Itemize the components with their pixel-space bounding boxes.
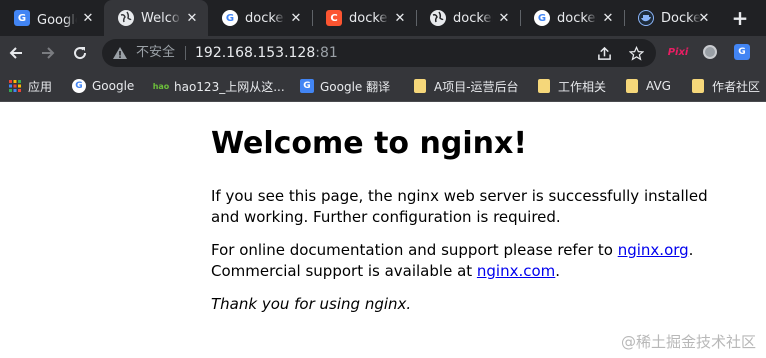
tab-google-translate[interactable]: G Google 翻译 ✕ [0,0,104,36]
google-translate-icon: G [14,10,30,26]
folder-icon [626,79,638,93]
tab-title: Google 翻译 [37,12,77,28]
globe-icon [430,10,446,26]
globe-icon [118,10,134,26]
omnibox-divider [185,46,186,60]
forward-button[interactable] [36,41,60,65]
close-icon[interactable]: ✕ [392,10,408,26]
close-icon[interactable]: ✕ [184,10,200,26]
close-icon[interactable]: ✕ [696,10,712,26]
pixi-extension-icon[interactable]: Pixi [667,42,689,62]
apps-grid-icon [8,79,22,93]
bookmark-label: 工作相关 [558,79,607,94]
folder-icon [538,79,550,93]
bookmark-google[interactable]: G Google [72,77,134,95]
bookmark-label: Google [92,79,135,93]
commercial-period: . [555,262,561,280]
docker-icon [638,10,654,26]
tab-nginx-welcome[interactable]: Welcome to nginx! ✕ [104,0,208,36]
url-text: 192.168.153.128:81 [195,45,338,61]
url-host: 192.168.153.128 [195,45,316,61]
tab-docker-globe[interactable]: docker ✕ [416,0,520,36]
tab-docker-csdn[interactable]: C docker ✕ [312,0,416,36]
tab-title: docker [245,10,285,26]
intro-paragraph: If you see this page, the nginx web serv… [211,187,708,226]
tab-docker-google[interactable]: G docker ✕ [208,0,312,36]
back-button[interactable] [4,41,28,65]
folder-icon [692,79,704,93]
bookmark-hao123[interactable]: hao hao123_上网从这... [152,77,285,95]
share-icon[interactable] [596,45,612,61]
folder-icon [414,79,426,93]
tab-docker-google-2[interactable]: G docker ✕ [520,0,624,36]
security-label: 不安全 [136,45,176,60]
bookmark-folder-work[interactable]: 工作相关 [538,77,606,95]
commercial-text: Commercial support is available at [211,262,477,280]
google-icon: G [222,10,238,26]
nginx-com-link[interactable]: nginx.com [477,262,555,280]
warning-icon[interactable] [112,45,128,61]
support-paragraph: For online documentation and support ple… [211,240,731,282]
bookmarks-bar: 应用 G Google hao hao123_上网从这... G Google … [0,70,766,102]
star-icon[interactable] [628,45,644,61]
hao123-icon: hao [152,81,170,91]
tab-title: Welcome to nginx! [141,10,181,26]
extension-circle-icon[interactable] [700,42,720,62]
google-icon: G [72,79,86,93]
close-icon[interactable]: ✕ [288,10,304,26]
address-bar[interactable]: 不安全 192.168.153.128:81 [102,39,656,67]
support-text: For online documentation and support ple… [211,241,618,259]
reload-button[interactable] [68,41,92,65]
bookmark-label: 作者社区 [712,79,761,94]
thanks-text: Thank you for using nginx. [211,295,412,313]
google-translate-icon: G [300,79,314,93]
pixi-label: Pixi [667,46,689,58]
bookmark-label: hao123_上网从这... [174,79,285,94]
bookmark-folder-author-community[interactable]: 作者社区 [692,77,760,95]
google-icon: G [534,10,550,26]
support-period: . [688,241,694,259]
csdn-icon: C [326,10,342,26]
page-heading: Welcome to nginx! [211,126,527,161]
nginx-org-link[interactable]: nginx.org [618,241,689,259]
tab-title: docker [557,10,597,26]
close-icon[interactable]: ✕ [80,10,96,26]
url-port: :81 [315,45,338,61]
bookmark-label: A项目-运营后台 [434,79,519,94]
tab-title: docker [349,10,389,26]
thanks-paragraph: Thank you for using nginx. [211,294,731,315]
reload-icon [74,47,87,60]
bookmark-folder-avg[interactable]: AVG [626,77,671,95]
tab-title: Docker [661,10,701,26]
close-icon[interactable]: ✕ [496,10,512,26]
bookmark-label: 应用 [28,79,53,94]
watermark: @稀土掘金技术社区 [620,333,756,351]
bookmark-label: Google 翻译 [320,79,391,94]
tab-docker-docs[interactable]: Docker ✕ [624,0,720,36]
tab-title: docker [453,10,493,26]
arrow-left-icon [9,47,22,59]
new-tab-button[interactable]: + [728,6,752,30]
close-icon[interactable]: ✕ [600,10,616,26]
tab-strip: G Google 翻译 ✕ Welcome to nginx! ✕ G dock… [0,0,766,36]
browser-toolbar: 不安全 192.168.153.128:81 Pixi G [0,36,766,70]
arrow-right-icon [42,47,55,59]
bookmark-folder-project-a[interactable]: A项目-运营后台 [414,77,519,95]
translate-extension-icon[interactable]: G [732,42,752,62]
bookmark-label: AVG [646,79,671,93]
bookmark-apps[interactable]: 应用 [8,77,52,95]
bookmark-google-translate[interactable]: G Google 翻译 [300,77,390,95]
